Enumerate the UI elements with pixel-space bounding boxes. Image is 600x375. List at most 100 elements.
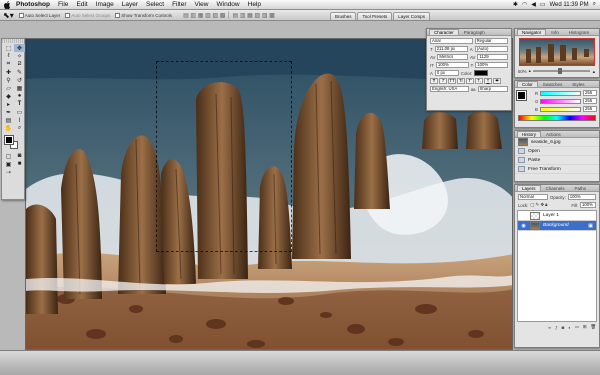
healing-brush-tool-icon[interactable]: ✚ — [3, 68, 14, 76]
link-layers-icon[interactable]: ∞ — [548, 325, 551, 330]
bluetooth-icon[interactable]: ✱ — [513, 1, 518, 8]
tab-color[interactable]: Color — [517, 81, 538, 87]
well-tab-brushes[interactable]: Brushes — [329, 12, 357, 20]
history-step-free-transform[interactable]: Free Transform — [515, 165, 599, 174]
panel-foreground-swatch[interactable] — [516, 90, 527, 101]
menu-clock[interactable]: Wed 11:39 PM — [549, 2, 588, 8]
tab-actions[interactable]: Actions — [541, 131, 566, 137]
font-style-field[interactable]: Regular — [474, 38, 508, 44]
move-tool-icon[interactable]: ✥ — [14, 44, 25, 52]
tab-info[interactable]: Info — [546, 29, 564, 35]
tab-history[interactable]: History — [517, 131, 542, 137]
history-brush-tool-icon[interactable]: ↺ — [14, 76, 25, 84]
menu-select[interactable]: Select — [146, 1, 164, 8]
antialias-select[interactable]: Sharp — [477, 86, 508, 92]
history-snapshot[interactable]: seaside_6.jpg — [515, 138, 599, 147]
faux-bold-button[interactable]: T — [430, 78, 438, 84]
clone-stamp-tool-icon[interactable]: ⚲ — [3, 76, 14, 84]
gradient-tool-icon[interactable]: ▦ — [14, 84, 25, 92]
blend-mode-select[interactable]: Normal — [518, 194, 548, 200]
new-group-icon[interactable]: ▭ — [575, 324, 579, 330]
quick-mask-mode-icon[interactable]: ◙ — [14, 152, 25, 160]
auto-select-groups-checkbox[interactable] — [65, 12, 71, 18]
marquee-selection[interactable] — [156, 61, 292, 252]
tab-channels[interactable]: Channels — [541, 185, 570, 191]
crop-tool-icon[interactable]: ⌗ — [3, 60, 14, 68]
small-caps-button[interactable]: Tr — [457, 78, 465, 84]
adjustment-layer-icon[interactable]: ◐ — [568, 325, 571, 330]
menu-edit[interactable]: Edit — [76, 1, 87, 8]
baseline-shift-field[interactable]: 0 px — [434, 70, 459, 76]
zoom-tool-icon[interactable]: ⌕ — [14, 124, 25, 132]
well-tab-layer-comps[interactable]: Layer Comps — [393, 12, 430, 20]
eyedropper-tool-icon[interactable]: ⌇ — [14, 116, 25, 124]
leading-field[interactable]: (Auto) — [474, 46, 508, 52]
well-tab-tool-presets[interactable]: Tool Presets — [357, 12, 393, 20]
strikethrough-button[interactable]: T — [493, 78, 501, 84]
auto-select-layer-checkbox[interactable] — [18, 12, 24, 18]
all-caps-button[interactable]: TT — [448, 78, 456, 84]
jump-to-imageready-icon[interactable]: ⇢ — [3, 168, 14, 176]
language-select[interactable]: English: USA — [430, 86, 469, 92]
type-tool-icon[interactable]: T — [14, 100, 25, 108]
menu-image[interactable]: Image — [96, 1, 114, 8]
brush-tool-icon[interactable]: ✎ — [14, 68, 25, 76]
green-value-field[interactable]: 255 — [583, 98, 597, 104]
color-spectrum-ramp[interactable] — [518, 115, 596, 121]
auto-select-groups-option[interactable]: Auto Select Groups — [65, 12, 110, 18]
subscript-button[interactable]: T, — [475, 78, 483, 84]
menu-view[interactable]: View — [195, 1, 209, 8]
pen-tool-icon[interactable]: ✒ — [3, 108, 14, 116]
menu-filter[interactable]: Filter — [172, 1, 186, 8]
menu-file[interactable]: File — [58, 1, 68, 8]
layer-row-layer-1[interactable]: Layer 1 — [518, 211, 596, 221]
tab-histogram[interactable]: Histogram — [564, 29, 595, 35]
blue-value-field[interactable]: 255 — [583, 106, 597, 112]
blue-slider[interactable] — [539, 106, 581, 112]
navigator-zoom-value[interactable]: 50% — [518, 69, 527, 74]
slice-tool-icon[interactable]: ⧄ — [14, 60, 25, 68]
superscript-button[interactable]: T' — [466, 78, 474, 84]
eye-icon[interactable]: ◉ — [520, 223, 527, 229]
path-selection-tool-icon[interactable]: ▸ — [3, 100, 14, 108]
layer-name[interactable]: Layer 1 — [543, 213, 559, 218]
font-size-field[interactable]: 211.08 px — [434, 46, 468, 52]
text-color-swatch[interactable] — [474, 70, 489, 76]
airport-icon[interactable]: ◠ — [522, 1, 527, 8]
menu-window[interactable]: Window — [217, 1, 240, 8]
show-transform-checkbox[interactable] — [115, 12, 121, 18]
standard-mode-icon[interactable]: ▢ — [3, 152, 14, 160]
volume-icon[interactable]: ◀ — [531, 1, 536, 8]
auto-select-layer-option[interactable]: Auto Select Layer — [18, 12, 60, 18]
tab-paragraph[interactable]: Paragraph — [459, 29, 490, 35]
screen-mode-standard-icon[interactable]: ▣ — [3, 160, 14, 168]
lock-icons[interactable]: ▢ ✎ ✥ 🔒︎ — [530, 202, 547, 208]
navigator-zoom-slider[interactable] — [532, 68, 590, 74]
new-layer-icon[interactable]: ⊞ — [583, 324, 587, 330]
tab-navigator[interactable]: Navigator — [517, 29, 547, 35]
eraser-tool-icon[interactable]: ▱ — [3, 84, 14, 92]
delete-layer-icon[interactable]: 🗑︎ — [591, 324, 596, 330]
blur-tool-icon[interactable]: ◆ — [3, 92, 14, 100]
battery-icon[interactable]: ▭ — [540, 1, 546, 8]
dodge-tool-icon[interactable]: ● — [14, 92, 25, 100]
marquee-tool-icon[interactable]: ⬚ — [3, 44, 14, 52]
zoom-out-icon[interactable]: ▴ — [529, 68, 531, 74]
apple-icon[interactable] — [4, 0, 11, 9]
tab-character[interactable]: Character — [429, 29, 459, 35]
history-step-paste[interactable]: Paste — [515, 156, 599, 165]
zoom-in-icon[interactable]: ▲ — [592, 69, 596, 74]
tab-styles[interactable]: Styles — [567, 81, 589, 87]
history-step-open[interactable]: Open — [515, 147, 599, 156]
navigator-thumbnail[interactable] — [519, 38, 595, 66]
color-panel-swatches[interactable] — [516, 90, 531, 109]
spotlight-icon[interactable]: ⌕ — [593, 1, 596, 8]
magic-wand-tool-icon[interactable]: ✧ — [14, 52, 25, 60]
kerning-field[interactable]: Metrics — [437, 54, 468, 60]
fill-field[interactable]: 100% — [580, 202, 596, 208]
move-tool-preset-icon[interactable]: ⬉▾ — [3, 11, 14, 20]
shape-tool-icon[interactable]: ▭ — [14, 108, 25, 116]
color-swatches[interactable] — [3, 135, 23, 149]
layer-name[interactable]: Background — [543, 223, 569, 228]
menu-photoshop[interactable]: Photoshop — [16, 1, 50, 8]
